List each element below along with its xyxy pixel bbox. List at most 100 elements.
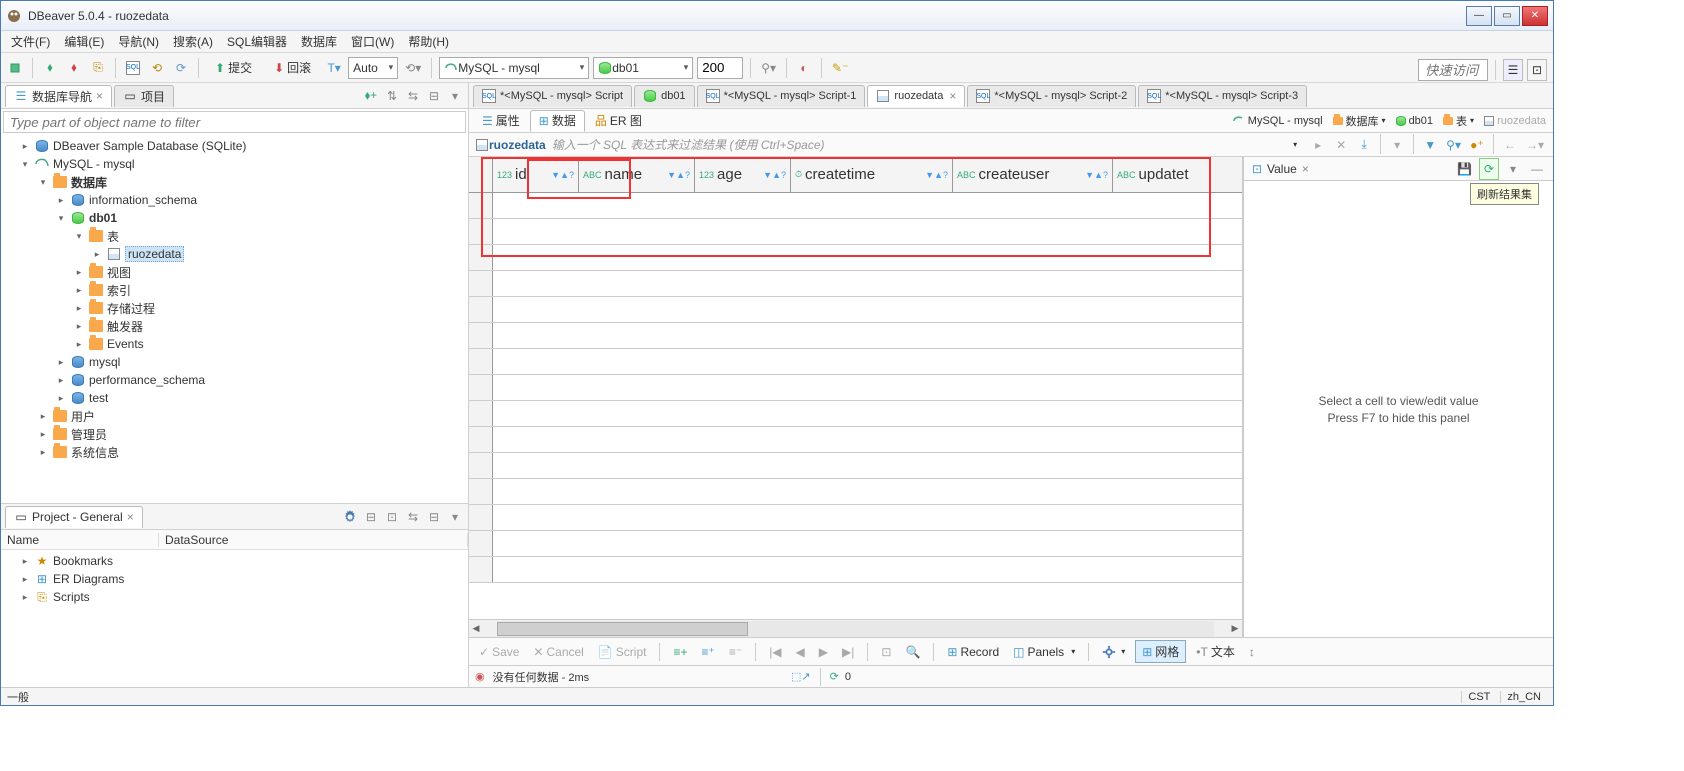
- tool1-icon[interactable]: SQL: [123, 57, 143, 79]
- close-button[interactable]: ✕: [1522, 6, 1548, 26]
- bc-conn[interactable]: MySQL - mysql: [1230, 115, 1326, 127]
- proj-er[interactable]: ▸⊞ER Diagrams: [1, 570, 468, 588]
- show-sel-icon[interactable]: ⊡: [877, 643, 895, 661]
- new-conn-icon[interactable]: ⬧+: [362, 87, 380, 105]
- stab-props[interactable]: ☰属性: [473, 110, 529, 132]
- minimize-button[interactable]: —: [1466, 6, 1492, 26]
- gear-icon[interactable]: [341, 508, 359, 526]
- tx-dropdown-icon[interactable]: T▾: [324, 57, 344, 79]
- dup-row-icon[interactable]: ≡⁺: [698, 643, 719, 661]
- vp-refresh-icon[interactable]: ⟳: [1479, 158, 1499, 180]
- commit-button[interactable]: ⬆提交: [206, 57, 261, 79]
- link-icon[interactable]: ⇆: [404, 87, 422, 105]
- tree-indexes[interactable]: ▸索引: [1, 281, 468, 299]
- perspective-icon[interactable]: ☰: [1503, 59, 1523, 81]
- commit-mode-combo[interactable]: Auto: [348, 57, 398, 79]
- vp-save-icon[interactable]: 💾: [1454, 158, 1475, 180]
- col-createuser[interactable]: ABCcreateuser▼▲?: [953, 157, 1113, 192]
- menu-window[interactable]: 窗口(W): [345, 31, 400, 52]
- new-sql-icon[interactable]: ⬧: [40, 57, 60, 79]
- expand-icon[interactable]: ↕: [1245, 643, 1259, 661]
- cancel-button[interactable]: ✕Cancel: [529, 643, 587, 661]
- tool3-icon[interactable]: ⟳: [171, 57, 191, 79]
- horizontal-scrollbar[interactable]: ◀▶: [469, 619, 1242, 637]
- proj-scripts[interactable]: ▸⎘Scripts: [1, 588, 468, 606]
- menu-file[interactable]: 文件(F): [5, 31, 56, 52]
- col-id[interactable]: 123id▼▲?: [493, 157, 579, 192]
- nav-tab-project[interactable]: ▭项目: [114, 85, 174, 107]
- refresh-count-icon[interactable]: ⟳: [830, 670, 839, 683]
- tree-events[interactable]: ▸Events: [1, 335, 468, 353]
- menu-search[interactable]: 搜索(A): [167, 31, 219, 52]
- ht-apply-icon[interactable]: ▸: [1308, 134, 1328, 156]
- ht-colors-icon[interactable]: ●⁺: [1467, 134, 1487, 156]
- col-age[interactable]: 123age▼▲?: [695, 157, 791, 192]
- tree-mysql-db[interactable]: ▸mysql: [1, 353, 468, 371]
- prev-icon[interactable]: ◀: [792, 643, 809, 661]
- tree-mysql-conn[interactable]: ▾MySQL - mysql: [1, 155, 468, 173]
- vp-min-icon[interactable]: —: [1527, 158, 1547, 180]
- ht-custom-icon[interactable]: ▼: [1420, 134, 1440, 156]
- proj-link-icon[interactable]: ⇆: [404, 508, 422, 526]
- etab-script2[interactable]: SQL*<MySQL - mysql> Script-2: [967, 85, 1136, 107]
- ht-clear-icon[interactable]: ✕: [1331, 134, 1351, 156]
- status-stop-icon[interactable]: ◉: [475, 670, 485, 683]
- collapse-icon[interactable]: ⊟: [425, 87, 443, 105]
- grid-rows[interactable]: [469, 193, 1242, 619]
- col-createtime[interactable]: ⏱createtime▼▲?: [791, 157, 953, 192]
- last-icon[interactable]: ▶|: [838, 643, 858, 661]
- project-tree[interactable]: ▸★Bookmarks ▸⊞ER Diagrams ▸⎘Scripts: [1, 550, 468, 687]
- bc-db[interactable]: db01: [1393, 115, 1436, 127]
- etab-script1[interactable]: SQL*<MySQL - mysql> Script-1: [697, 85, 866, 107]
- tree-triggers[interactable]: ▸触发器: [1, 317, 468, 335]
- recent-sql-icon[interactable]: ⬧: [64, 57, 84, 79]
- database-tree[interactable]: ▸DBeaver Sample Database (SQLite) ▾MySQL…: [1, 135, 468, 503]
- grid-view-button[interactable]: ⊞网格: [1135, 640, 1186, 663]
- ht-next-icon[interactable]: →▾: [1523, 134, 1547, 156]
- col-updatet[interactable]: ABCupdatet: [1113, 157, 1211, 192]
- tree-users[interactable]: ▸用户: [1, 407, 468, 425]
- tree-test-db[interactable]: ▸test: [1, 389, 468, 407]
- proj-menu-icon[interactable]: ▾: [446, 508, 464, 526]
- menu-edit[interactable]: 编辑(E): [58, 31, 110, 52]
- bc-tbl-label[interactable]: 表▾: [1440, 113, 1477, 129]
- etab-script3[interactable]: SQL*<MySQL - mysql> Script-3: [1138, 85, 1307, 107]
- bc-tbl[interactable]: ruozedata: [1481, 115, 1549, 127]
- tree-databases[interactable]: ▾数据库: [1, 173, 468, 191]
- zoom-icon[interactable]: 🔍: [901, 643, 924, 661]
- menu-icon[interactable]: ▾: [446, 87, 464, 105]
- bc-db-label[interactable]: 数据库▾: [1330, 113, 1389, 129]
- perspective2-icon[interactable]: ⊡: [1527, 59, 1547, 81]
- menu-database[interactable]: 数据库: [295, 31, 343, 52]
- maximize-button[interactable]: ▭: [1494, 6, 1520, 26]
- tree-perf-schema[interactable]: ▸performance_schema: [1, 371, 468, 389]
- ht-back-icon[interactable]: ▾: [1285, 134, 1305, 156]
- tree-sample-db[interactable]: ▸DBeaver Sample Database (SQLite): [1, 137, 468, 155]
- close-icon[interactable]: ×: [949, 89, 956, 103]
- stop-icon[interactable]: ◐: [794, 57, 814, 79]
- sort-icon[interactable]: ▼▲?: [667, 170, 690, 180]
- proj-collapse-icon[interactable]: ⊟: [425, 508, 443, 526]
- close-icon[interactable]: ×: [1302, 162, 1309, 176]
- tree-ruozedata[interactable]: ▸ruozedata: [1, 245, 468, 263]
- etab-script[interactable]: SQL*<MySQL - mysql> Script: [473, 85, 632, 107]
- tree-procedures[interactable]: ▸存储过程: [1, 299, 468, 317]
- panels-button[interactable]: ◫Panels▾: [1009, 643, 1079, 661]
- add-row-icon[interactable]: ≡+: [669, 643, 691, 661]
- proj-icon1[interactable]: ⊟: [362, 508, 380, 526]
- refresh-icon[interactable]: ⚲▾: [758, 57, 779, 79]
- filter-icon[interactable]: ⇅: [383, 87, 401, 105]
- vp-menu-icon[interactable]: ▾: [1503, 158, 1523, 180]
- menu-navigate[interactable]: 导航(N): [112, 31, 165, 52]
- etab-db01[interactable]: db01: [634, 85, 694, 107]
- text-view-button[interactable]: •T文本: [1192, 641, 1239, 662]
- sort-icon[interactable]: ▼▲?: [925, 170, 948, 180]
- connection-combo[interactable]: MySQL - mysql: [439, 57, 589, 79]
- rollback-button[interactable]: ⬇回滚: [265, 57, 320, 79]
- col-name[interactable]: Name: [1, 533, 159, 547]
- limit-input[interactable]: [697, 57, 743, 79]
- tool2-icon[interactable]: ⟲: [147, 57, 167, 79]
- ht-prev-icon[interactable]: ←: [1500, 134, 1520, 156]
- sort-icon[interactable]: ▼▲?: [551, 170, 574, 180]
- sort-icon[interactable]: ▼▲?: [763, 170, 786, 180]
